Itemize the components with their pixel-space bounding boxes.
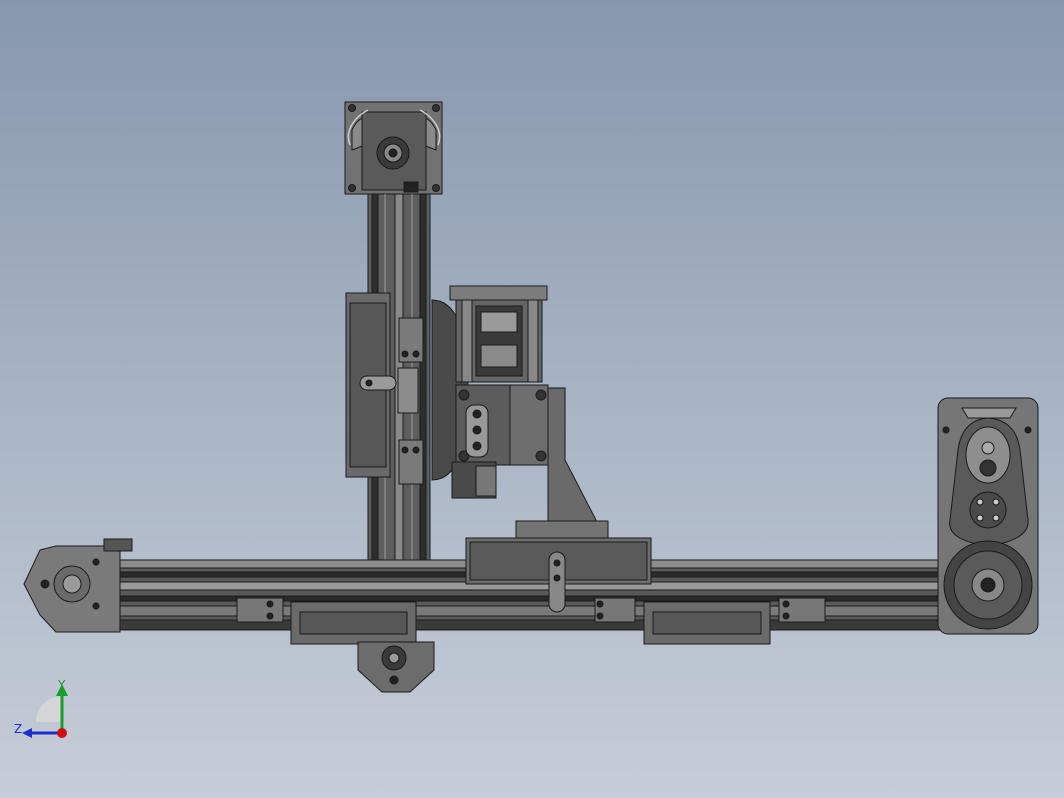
- triad-y-label: Y: [58, 678, 66, 692]
- support-bracket: [547, 387, 597, 543]
- head-upper-housing: [449, 285, 548, 301]
- triad-z-label: Z: [14, 722, 23, 736]
- x-axis-point: [57, 728, 67, 738]
- tool-head-assembly[interactable]: [431, 285, 609, 543]
- gantry-assembly-model[interactable]: [0, 0, 1064, 798]
- cad-graphics-area[interactable]: Y Z: [0, 0, 1064, 798]
- vertical-column[interactable]: [344, 101, 443, 567]
